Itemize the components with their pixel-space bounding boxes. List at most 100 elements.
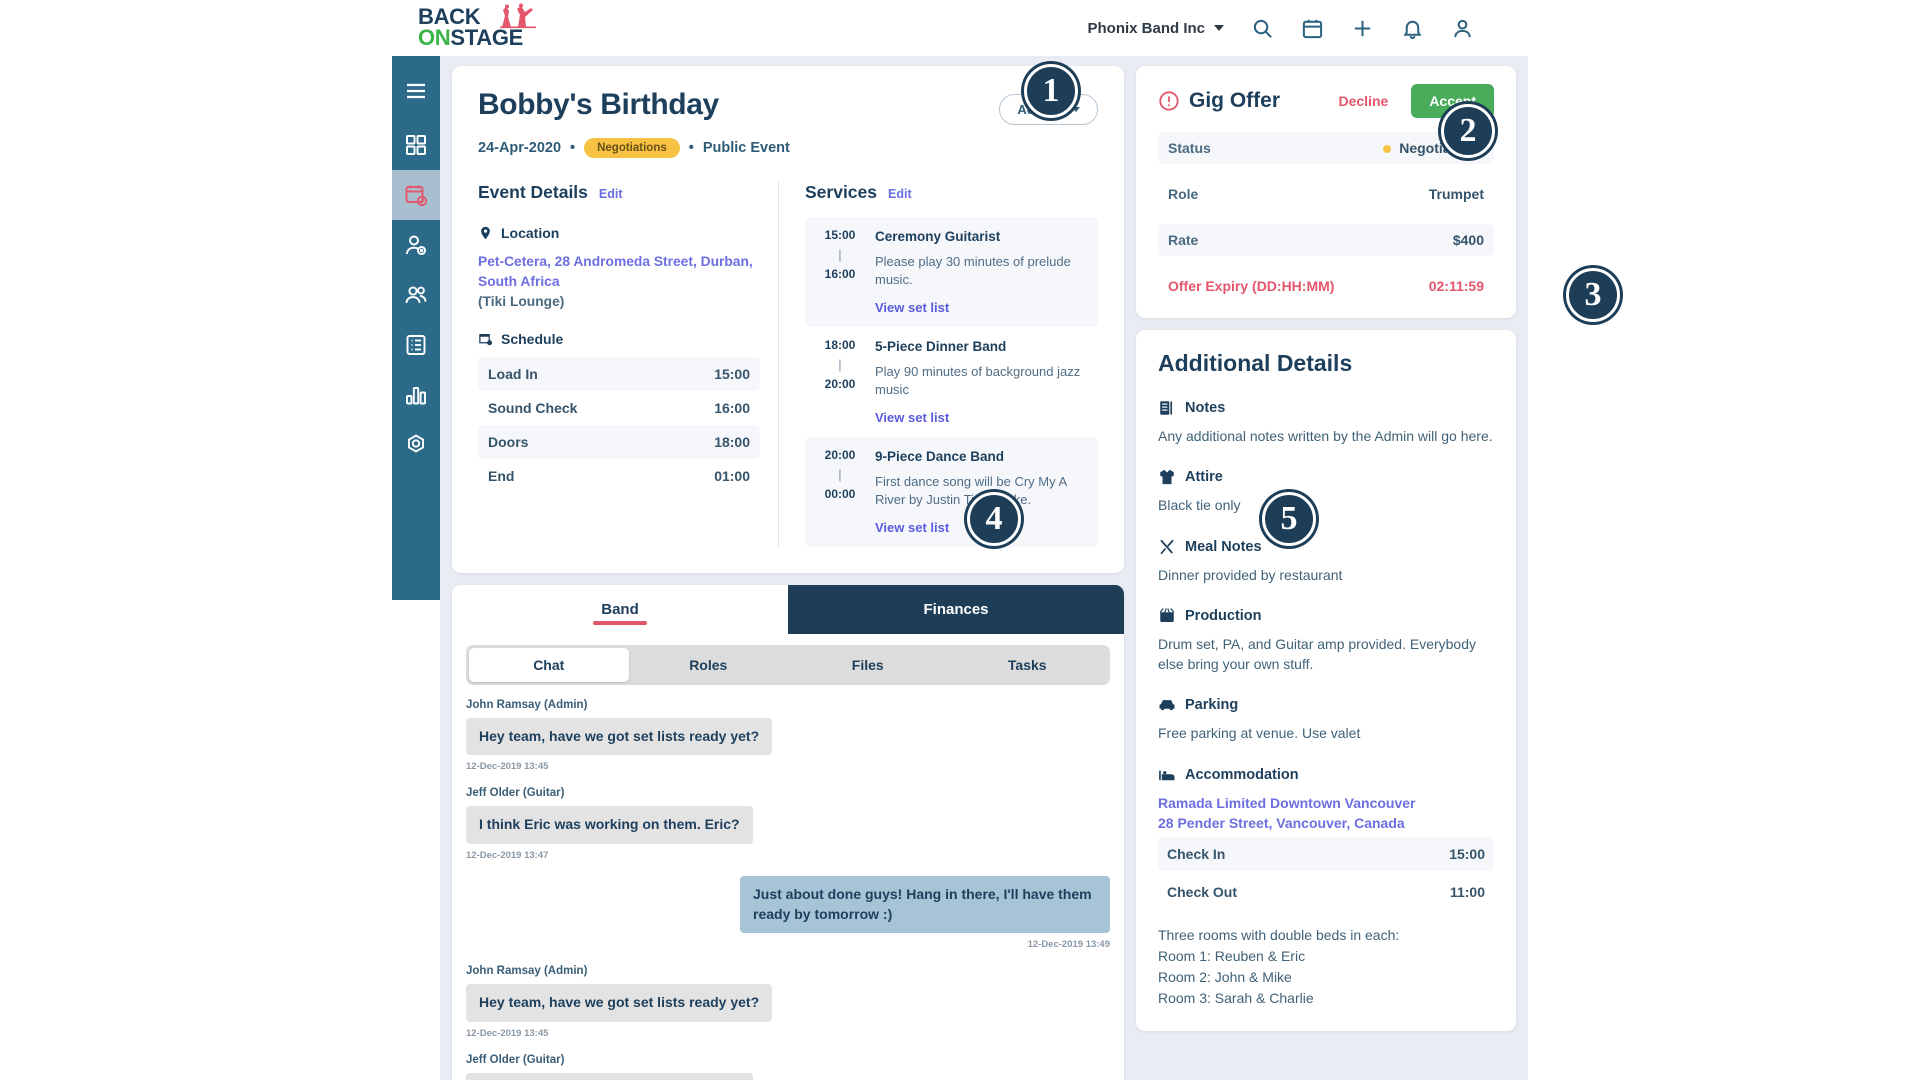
subtab-files[interactable]: Files <box>788 648 948 682</box>
page-title: Bobby's Birthday <box>478 88 719 121</box>
service-name: 5-Piece Dinner Band <box>875 338 1007 354</box>
detail-block-accommodation: Accommodation Ramada Limited Downtown Va… <box>1158 766 1494 1010</box>
sidebar-item-lists[interactable] <box>392 320 440 370</box>
event-details-card: Bobby's Birthday Actions 24-Apr-2020 • N… <box>452 66 1124 573</box>
sidebar-item-reports[interactable] <box>392 370 440 420</box>
block-heading: Accommodation <box>1185 766 1299 783</box>
gig-offer-row: Role Trumpet <box>1158 178 1494 210</box>
event-address[interactable]: Pet-Cetera, 28 Andromeda Street, Durban,… <box>478 252 760 291</box>
service-start-time: 15:00 <box>824 228 856 242</box>
plus-icon[interactable] <box>1350 16 1374 40</box>
chat-bubble: Hey team, have we got set lists ready ye… <box>466 984 773 1022</box>
schedule-label-cell: End <box>488 468 515 485</box>
chat-message: John Ramsay (Admin) Hey team, have we go… <box>466 699 1110 773</box>
tab-band[interactable]: Band <box>452 584 788 634</box>
services-column: Services Edit 15:00 | 16:00 Ceremony Gui… <box>805 182 1098 547</box>
gig-row-key: Rate <box>1168 232 1199 248</box>
sidebar-item-menu-toggle[interactable] <box>392 66 440 116</box>
view-set-list-link[interactable]: View set list <box>875 300 1084 315</box>
block-heading: Parking <box>1185 697 1239 714</box>
chevron-down-icon <box>1214 25 1224 31</box>
tab-finances[interactable]: Finances <box>788 584 1124 634</box>
service-start-time: 20:00 <box>824 447 856 462</box>
service-item[interactable]: 20:00 | 00:00 9-Piece Dance Band First d… <box>805 436 1098 547</box>
chat-bubble: I think Eric was working on them. Eric? <box>466 1072 753 1080</box>
search-icon[interactable] <box>1250 16 1274 40</box>
brand-line-2: ONSTAGE <box>418 25 524 50</box>
user-icon[interactable] <box>1450 16 1474 40</box>
service-item[interactable]: 18:00 | 20:00 5-Piece Dinner Band Play 9… <box>805 327 1098 437</box>
schedule-time-cell: 16:00 <box>714 400 750 417</box>
sidebar-item-team[interactable] <box>392 270 440 320</box>
chat-timestamp: 12-Dec-2019 13:45 <box>466 1027 549 1039</box>
event-details-column: Event Details Edit Location Pet-Cetera, … <box>478 182 778 547</box>
location-heading: Location <box>478 225 760 241</box>
schedule-time-cell: 18:00 <box>714 434 750 451</box>
edit-event-details-link[interactable]: Edit <box>599 187 623 201</box>
sidebar-item-dashboard[interactable] <box>392 120 440 170</box>
alert-circle-icon <box>1159 91 1179 111</box>
service-body: 5-Piece Dinner Band Play 90 minutes of b… <box>875 339 1084 425</box>
schedule-heading: Schedule <box>478 331 760 347</box>
tab-finances-label: Finances <box>923 600 989 618</box>
brand-logo[interactable]: BACK ONSTAGE <box>418 3 536 50</box>
block-text: Black tie only <box>1158 497 1241 514</box>
callout-4: 4 <box>967 492 1021 546</box>
view-set-list-link[interactable]: View set list <box>875 410 1084 425</box>
block-text: Any additional notes written by the Admi… <box>1158 428 1493 444</box>
check-in-label: Check In <box>1167 846 1226 863</box>
calendar-icon[interactable] <box>1300 16 1324 40</box>
service-item[interactable]: 15:00 | 16:00 Ceremony Guitarist Please … <box>805 217 1098 327</box>
subtab-roles[interactable]: Roles <box>629 648 789 682</box>
service-name: Ceremony Guitarist <box>875 229 1001 244</box>
gig-row-key: Status <box>1168 140 1211 156</box>
detail-block-production: Production Drum set, PA, and Guitar amp … <box>1158 607 1494 675</box>
chat-timestamp: 12-Dec-2019 13:47 <box>466 849 549 861</box>
chevron-down-icon <box>1072 107 1080 112</box>
event-details-heading: Event Details Edit <box>478 182 760 203</box>
meta-separator: • <box>688 140 694 156</box>
chat-author: Jeff Older (Guitar) <box>466 787 565 800</box>
service-end-time: 16:00 <box>824 267 856 282</box>
check-in-row: Check In 15:00 <box>1158 837 1494 872</box>
bell-icon[interactable] <box>1400 16 1424 40</box>
schedule-list: Load In 15:00 Sound Check 16:00 Doors 18:00… <box>478 357 760 493</box>
event-date: 24-Apr-2020 <box>478 140 562 156</box>
gig-offer-expiry-row: Offer Expiry (DD:HH:MM) 02:11:59 <box>1158 270 1494 302</box>
app-window: BACK ONSTAGE Phonix Band Inc Bobby's Bir… <box>392 0 1620 1080</box>
callout-5: 5 <box>1262 492 1316 546</box>
decline-button[interactable]: Decline <box>1339 93 1389 109</box>
additional-details-card: Additional Details Notes Any additional … <box>1136 330 1516 1032</box>
detail-block-notes: Notes Any additional notes written by th… <box>1158 399 1494 446</box>
left-column: Bobby's Birthday Actions 24-Apr-2020 • N… <box>452 66 1124 1080</box>
callout-2: 2 <box>1441 104 1495 158</box>
status-dot-icon <box>1383 145 1392 153</box>
cutlery-icon <box>1160 539 1174 554</box>
chat-thread: John Ramsay (Admin) Hey team, have we go… <box>452 685 1124 1080</box>
edit-services-link[interactable]: Edit <box>888 187 912 201</box>
additional-details-title: Additional Details <box>1158 350 1353 376</box>
chat-timestamp: 12-Dec-2019 13:45 <box>466 761 549 773</box>
hotel-name: Ramada Limited Downtown Vancouver <box>1158 794 1416 811</box>
sidebar-item-settings[interactable] <box>392 420 440 470</box>
time-range-bar: | <box>838 357 842 373</box>
right-gutter <box>1528 0 1920 1080</box>
sidebar-item-contacts[interactable] <box>392 220 440 270</box>
block-text: Dinner provided by restaurant <box>1158 566 1343 583</box>
sidebar-item-events[interactable] <box>392 170 440 220</box>
check-out-label: Check Out <box>1167 884 1238 901</box>
subtab-tasks[interactable]: Tasks <box>948 648 1108 682</box>
gig-row-key: Role <box>1168 186 1199 202</box>
gig-offer-row: Rate $400 <box>1158 224 1494 256</box>
subtab-chat[interactable]: Chat <box>469 647 629 682</box>
bed-icon <box>1159 770 1175 781</box>
gig-row-key: Offer Expiry (DD:HH:MM) <box>1168 278 1335 294</box>
org-switcher[interactable]: Phonix Band Inc <box>1087 20 1224 37</box>
gig-offer-title: Gig Offer <box>1189 89 1281 112</box>
callout-1: 1 <box>1024 64 1078 118</box>
screenshot-root: BACK ONSTAGE Phonix Band Inc Bobby's Bir… <box>0 0 1920 1080</box>
gig-row-value: 02:11:59 <box>1428 278 1484 294</box>
time-range-bar: | <box>838 247 842 263</box>
sidebar <box>392 56 440 600</box>
hotel-link[interactable]: Ramada Limited Downtown Vancouver 28 Pen… <box>1158 793 1494 834</box>
